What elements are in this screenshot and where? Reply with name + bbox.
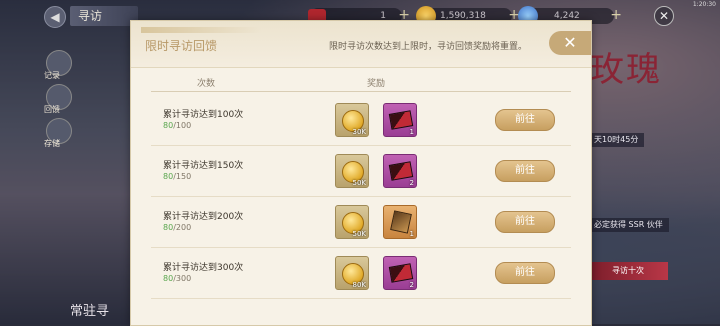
- card-icon: [388, 161, 414, 181]
- row-progress: 80/200: [163, 223, 191, 232]
- table-row: 累计寻访达到100次 80/100 30K 1 前往: [151, 95, 571, 146]
- table-row: 累计寻访达到150次 80/150 50K 2 前往: [151, 146, 571, 197]
- reward-item-coin[interactable]: 50K: [335, 205, 369, 239]
- reward-item-card[interactable]: 2: [383, 256, 417, 290]
- panel-note: 限时寻访次数达到上限时，寻访回馈奖励将重置。: [328, 42, 527, 52]
- progress-target: /100: [173, 121, 192, 130]
- reward-item-card[interactable]: 2: [383, 154, 417, 188]
- add-gem-button[interactable]: +: [610, 7, 622, 23]
- feedback-panel: 限时寻访回馈 限时寻访次数达到上限时，寻访回馈奖励将重置。 ✕ 次数 奖励 累计…: [130, 20, 592, 326]
- record-label: 记录: [44, 71, 60, 80]
- table-row: 累计寻访达到200次 80/200 50K 1 前往: [151, 197, 571, 248]
- card-icon: [388, 263, 414, 283]
- clock: 1:20:30: [692, 1, 716, 8]
- go-button[interactable]: 前往: [495, 262, 555, 284]
- progress-target: /300: [173, 274, 192, 283]
- feedback-label: 回馈: [44, 105, 60, 114]
- reward-qty: 1: [409, 230, 414, 238]
- progress-current: 80: [163, 223, 174, 232]
- card-icon: [388, 110, 414, 130]
- row-progress: 80/100: [163, 121, 191, 130]
- reward-item-coin[interactable]: 80K: [335, 256, 369, 290]
- panel-title: 限时寻访回馈: [145, 39, 218, 53]
- go-button[interactable]: 前往: [495, 109, 555, 131]
- column-header-reward: 奖励: [367, 79, 386, 89]
- go-button[interactable]: 前往: [495, 211, 555, 233]
- row-progress: 80/300: [163, 274, 191, 283]
- reward-qty: 2: [409, 179, 414, 187]
- back-button[interactable]: ◀: [44, 6, 66, 28]
- reward-qty: 30K: [352, 128, 367, 136]
- section-title: 寻访: [70, 6, 138, 26]
- panel-close-button[interactable]: ✕: [549, 31, 591, 55]
- reward-qty: 50K: [352, 230, 367, 238]
- reward-qty: 50K: [352, 179, 367, 187]
- reward-item-orange[interactable]: 1: [383, 205, 417, 239]
- progress-current: 80: [163, 121, 174, 130]
- reward-item-coin[interactable]: 30K: [335, 103, 369, 137]
- table-row: 累计寻访达到300次 80/300 80K 2 前往: [151, 248, 571, 299]
- row-title: 累计寻访达到150次: [163, 161, 244, 171]
- reward-item-coin[interactable]: 50K: [335, 154, 369, 188]
- progress-current: 80: [163, 274, 174, 283]
- storage-label: 存储: [44, 139, 60, 148]
- progress-target: /150: [173, 172, 192, 181]
- row-progress: 80/150: [163, 172, 191, 181]
- time-left-pill: 天10时45分: [588, 133, 645, 147]
- search-ten-button[interactable]: 寻访十次: [588, 262, 668, 280]
- bottom-banner-text: 常驻寻: [70, 304, 110, 319]
- reward-qty: 2: [409, 281, 414, 289]
- close-icon[interactable]: ✕: [654, 6, 674, 26]
- panel-header: 限时寻访回馈 限时寻访次数达到上限时，寻访回馈奖励将重置。 ✕: [131, 21, 591, 68]
- reward-qty: 1: [409, 128, 414, 136]
- title-decoration: [141, 27, 261, 33]
- banner-title: 玫瑰: [590, 50, 662, 90]
- progress-target: /200: [173, 223, 192, 232]
- column-header-count: 次数: [197, 79, 216, 89]
- progress-current: 80: [163, 172, 174, 181]
- ssr-guarantee-pill: 必定获得 SSR 伙伴: [588, 218, 669, 232]
- reward-qty: 80K: [352, 281, 367, 289]
- reward-item-card[interactable]: 1: [383, 103, 417, 137]
- row-title: 累计寻访达到100次: [163, 110, 244, 120]
- go-button[interactable]: 前往: [495, 160, 555, 182]
- row-title: 累计寻访达到300次: [163, 263, 244, 273]
- row-title: 累计寻访达到200次: [163, 212, 244, 222]
- header-divider: [151, 91, 571, 92]
